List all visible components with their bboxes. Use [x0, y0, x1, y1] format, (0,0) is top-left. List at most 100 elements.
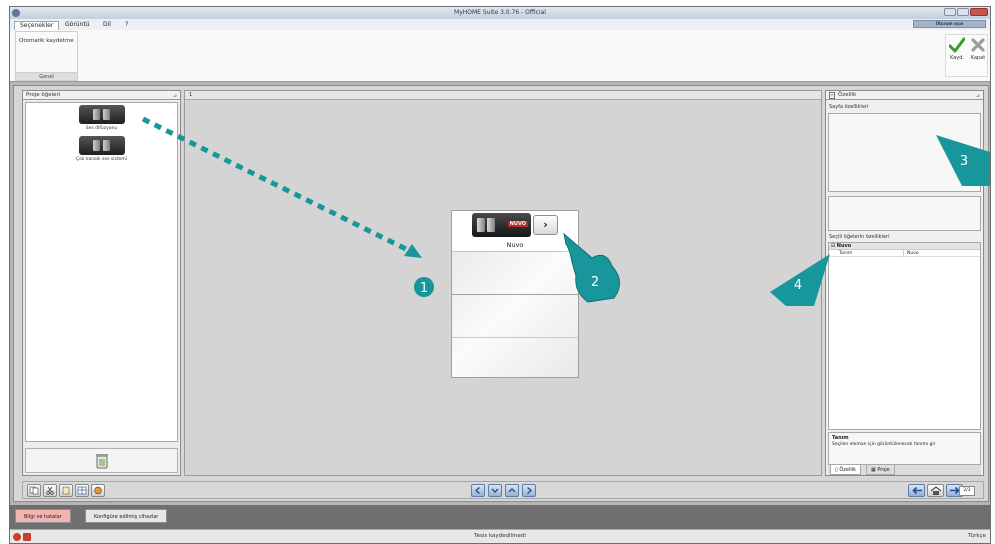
slot-divider: [452, 294, 578, 295]
status-message: Tesis kaydedilmedi: [474, 533, 526, 539]
save-label: Kayd.: [950, 55, 964, 61]
tab-help[interactable]: ?: [120, 21, 133, 30]
property-grid: ⊟ Nuvo Tanım Nuvo: [828, 242, 981, 430]
ribbon-group-save: Kayd. Kapat: [945, 34, 988, 77]
bottom-toolbar: 2/3: [22, 481, 984, 499]
description-title: Tanım: [832, 435, 849, 441]
multichannel-sound-icon: [78, 136, 125, 155]
tab-options[interactable]: Seçenekler: [14, 21, 60, 30]
status-tabs: Bilgi ve hatalar Konfigüre edilmiş cihaz…: [10, 505, 990, 529]
layout-button[interactable]: [75, 484, 89, 497]
save-button[interactable]: Kayd.: [947, 37, 967, 71]
panel-header: Özellik ⊿: [826, 91, 983, 100]
layout-grid-icon: [77, 486, 87, 495]
tab-label: Proje: [877, 467, 890, 473]
panel-title: Proje öğeleri: [26, 92, 61, 98]
window-controls: [944, 8, 988, 16]
paste-button[interactable]: [59, 484, 73, 497]
next-page-button[interactable]: ›: [533, 215, 558, 235]
cut-button[interactable]: [43, 484, 57, 497]
previous-page-button[interactable]: [908, 484, 925, 497]
page-slot-area[interactable]: [452, 251, 578, 377]
close-window-button[interactable]: [970, 8, 988, 16]
tab-view[interactable]: Görüntü: [60, 21, 95, 30]
login-button[interactable]: Oturum açın: [913, 20, 986, 28]
scissors-icon: [46, 486, 54, 495]
project-elements-panel: Proje öğeleri ⊿ Ses difüzyonu Çok kanall…: [22, 90, 181, 476]
page-indicator: 2/3: [959, 486, 975, 496]
chevron-left-icon: [474, 486, 480, 495]
nuvo-brand-label: NUVO: [507, 221, 528, 227]
paste-icon: [62, 486, 70, 495]
home-icon: [930, 486, 941, 495]
status-bar: Tesis kaydedilmedi Türkçe: [10, 529, 990, 543]
tools-icon: [94, 486, 102, 495]
tab-properties[interactable]: ▯ Özellik: [830, 465, 862, 475]
app-window: MyHOME Suite 3.0.76 - Official Seçenekle…: [9, 6, 991, 544]
pin-icon[interactable]: ⊿: [976, 92, 980, 100]
page-preview: NUVO › Nuvo: [451, 210, 579, 378]
page-title: Nuvo: [506, 241, 524, 249]
checkmark-icon: [949, 37, 965, 53]
main-area: Proje öğeleri ⊿ Ses difüzyonu Çok kanall…: [13, 85, 989, 502]
copy-button[interactable]: [27, 484, 41, 497]
language-indicator[interactable]: Türkçe: [968, 533, 986, 539]
window-title: MyHOME Suite 3.0.76 - Official: [454, 9, 546, 16]
nav-left-button[interactable]: [471, 484, 485, 497]
tab-label: Özellik: [839, 467, 857, 473]
nav-down-button[interactable]: [488, 484, 502, 497]
selection-preview-box: [828, 196, 981, 231]
selected-properties-label: Seçili öğelerin özellikleri: [829, 234, 890, 240]
tools-button[interactable]: [91, 484, 105, 497]
page-properties-box: [828, 113, 981, 192]
property-category[interactable]: ⊟ Nuvo: [829, 243, 980, 250]
arrow-left-icon: [911, 486, 922, 495]
property-key: Tanım: [839, 251, 853, 256]
close-button[interactable]: Kapat: [968, 37, 988, 71]
list-item-label: Çok kanallı ses sistemi: [75, 157, 127, 162]
properties-icon: [829, 92, 835, 99]
sound-diffusion-icon: [78, 105, 125, 124]
close-label: Kapat: [970, 55, 986, 61]
nuvo-object-button[interactable]: NUVO: [472, 213, 531, 237]
ribbon-group-general: Otomatik kaydetme Genel: [15, 31, 78, 81]
ribbon-group-caption: Genel: [16, 72, 77, 80]
ribbon: Otomatik kaydetme Genel Kayd. Kapat: [10, 30, 990, 82]
list-item[interactable]: Ses difüzyonu: [26, 105, 177, 131]
list-item[interactable]: Çok kanallı ses sistemi: [26, 136, 177, 162]
page-tab[interactable]: 1: [185, 91, 821, 100]
trash-icon: [96, 454, 108, 469]
description-box: Tanım Seçilen eleman için görüntülenecek…: [828, 432, 981, 465]
autosave-option[interactable]: Otomatik kaydetme: [19, 38, 74, 44]
property-category-label: Nuvo: [836, 243, 852, 249]
page-editor: 1 NUVO › Nuvo: [184, 90, 822, 476]
properties-tabs: ▯ Özellik ▦ Proje: [828, 465, 981, 475]
copy-icon: [29, 486, 39, 495]
page-properties-label: Sayfa özellikleri: [829, 104, 869, 110]
trash-drop-zone[interactable]: [25, 448, 178, 473]
nav-right-button[interactable]: [522, 484, 536, 497]
tab-configured-devices[interactable]: Konfigüre edilmiş cihazlar: [85, 509, 168, 523]
project-elements-list: Ses difüzyonu Çok kanallı ses sistemi: [25, 102, 178, 442]
chevron-right-icon: [527, 486, 533, 495]
title-bar: MyHOME Suite 3.0.76 - Official: [10, 7, 990, 19]
minimize-button[interactable]: [944, 8, 956, 16]
tab-language[interactable]: Dil: [98, 21, 116, 30]
home-button[interactable]: [927, 484, 944, 497]
tab-info-errors[interactable]: Bilgi ve hatalar: [15, 509, 71, 523]
chevron-down-icon: [491, 488, 499, 493]
property-value[interactable]: Nuvo: [903, 250, 983, 257]
panel-header: Proje öğeleri ⊿: [23, 91, 180, 100]
close-x-icon: [971, 38, 985, 52]
slot-divider: [452, 337, 578, 338]
nav-up-button[interactable]: [505, 484, 519, 497]
property-row[interactable]: Tanım Nuvo: [829, 250, 980, 257]
maximize-button[interactable]: [957, 8, 969, 16]
tab-project[interactable]: ▦ Proje: [866, 465, 895, 475]
menu-bar: Seçenekler Görüntü Dil ? Oturum açın: [10, 19, 990, 30]
panel-title: Özellik: [838, 92, 857, 98]
properties-panel: Özellik ⊿ Sayfa özellikleri Seçili öğele…: [825, 90, 984, 476]
pin-icon[interactable]: ⊿: [173, 92, 177, 100]
slot-divider: [452, 251, 578, 252]
list-item-label: Ses difüzyonu: [85, 126, 118, 131]
